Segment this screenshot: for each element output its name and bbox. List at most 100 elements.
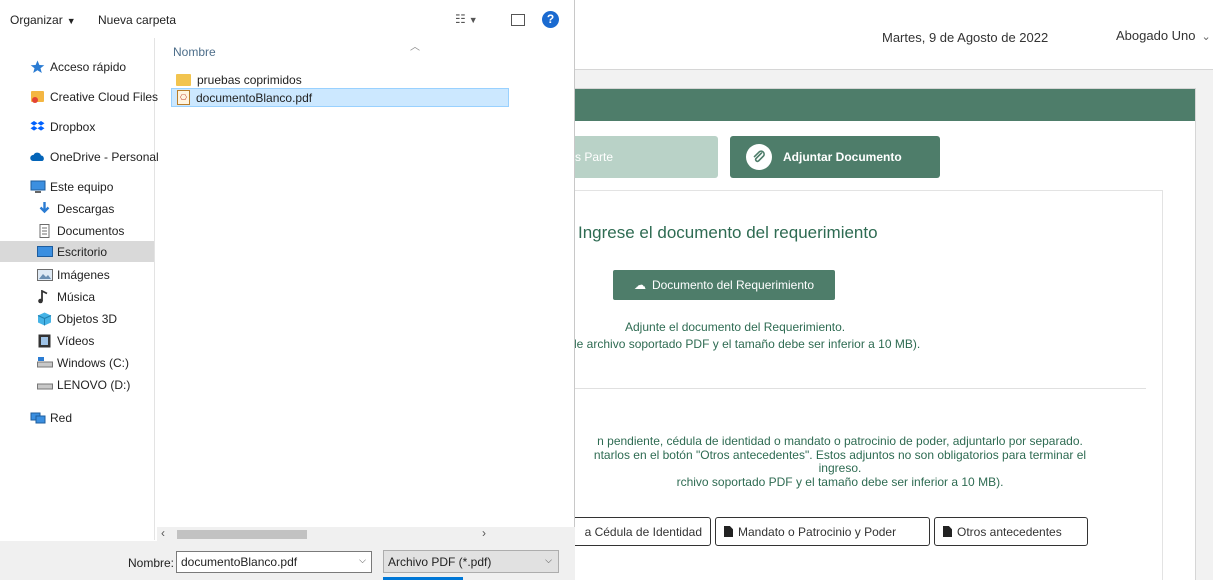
nav-label: Escritorio xyxy=(57,244,108,259)
new-folder-button[interactable]: Nueva carpeta xyxy=(98,13,176,27)
nav-item-videos[interactable]: Vídeos xyxy=(37,330,94,351)
screen: Martes, 9 de Agosto de 2022 Abogado Uno ⌄… xyxy=(0,0,1213,580)
nav-label: Documentos xyxy=(57,223,125,238)
nav-label: Vídeos xyxy=(57,333,95,348)
info-line: rchivo soportado PDF y el tamaño debe se… xyxy=(676,474,1004,489)
chevron-down-icon: ⌄ xyxy=(1201,31,1211,43)
nav-item-network[interactable]: Red xyxy=(30,407,72,428)
nav-item-pictures[interactable]: Imágenes xyxy=(37,264,110,285)
navigation-pane: Acceso rápido Creative Cloud Files Dropb… xyxy=(0,38,159,540)
sort-ascending-icon: ︿ xyxy=(410,42,420,53)
drive-c-icon xyxy=(37,356,53,370)
desktop-icon xyxy=(37,245,53,259)
folder-icon xyxy=(176,73,191,86)
file-icon xyxy=(724,526,733,537)
nav-label: Música xyxy=(57,289,96,304)
attach-cedula-label: a Cédula de Identidad xyxy=(584,524,702,539)
help-icon[interactable]: ? xyxy=(542,11,559,28)
nav-label: Este equipo xyxy=(50,179,114,194)
paperclip-icon xyxy=(746,144,772,170)
info-line: ingreso. xyxy=(818,461,862,475)
dialog-toolbar: Organizar ▼ Nueva carpeta ☷ ▼ ? xyxy=(0,0,568,38)
attach-otros-button[interactable]: Otros antecedentes xyxy=(934,517,1088,546)
divider xyxy=(562,388,1146,389)
preview-pane-icon[interactable] xyxy=(511,14,525,26)
dialog-footer: Nombre: documentoBlanco.pdf ⌵ Archivo PD… xyxy=(0,541,575,580)
attach-mandato-button[interactable]: Mandato o Patrocinio y Poder xyxy=(715,517,930,546)
nav-item-3d-objects[interactable]: Objetos 3D xyxy=(37,308,117,329)
section-title: Ingrese el documento del requerimiento xyxy=(578,223,878,242)
drive-d-icon xyxy=(37,378,53,392)
videos-icon xyxy=(37,334,53,348)
user-menu[interactable]: Abogado Uno ⌄ xyxy=(1116,28,1211,43)
upload-format-hint: de archivo soportado PDF y el tamaño deb… xyxy=(570,337,921,351)
pdf-file-icon: ⎔ xyxy=(177,90,190,105)
tab-adjuntar-label: Adjuntar Documento xyxy=(783,150,902,164)
file-name-input[interactable]: documentoBlanco.pdf ⌵ xyxy=(176,551,372,573)
download-icon xyxy=(37,201,53,216)
file-name: pruebas coprimidos xyxy=(197,72,302,87)
info-line: ntarlos en el botón "Otros antecedentes"… xyxy=(593,447,1087,462)
documents-icon xyxy=(37,223,53,238)
nav-label: Red xyxy=(50,410,73,425)
computer-icon xyxy=(30,180,46,194)
file-name: documentoBlanco.pdf xyxy=(196,90,313,105)
info-line: n pendiente, cédula de identidad o manda… xyxy=(597,434,1083,448)
organize-label: Organizar xyxy=(10,13,63,27)
file-row-selected[interactable]: ⎔ documentoBlanco.pdf xyxy=(171,88,509,107)
file-list: Nombre ︿ pruebas coprimidos ⎔ documentoB… xyxy=(160,38,575,540)
nav-item-desktop[interactable]: Escritorio xyxy=(0,241,154,262)
tab-adjuntar-documento[interactable]: Adjuntar Documento xyxy=(730,136,940,178)
music-icon xyxy=(37,289,53,304)
onedrive-icon xyxy=(30,150,46,164)
nav-label: Imágenes xyxy=(57,267,110,282)
nav-label: Dropbox xyxy=(50,119,96,134)
file-row-folder[interactable]: pruebas coprimidos xyxy=(171,70,509,89)
network-icon xyxy=(30,411,46,425)
caret-down-icon: ▼ xyxy=(468,15,478,25)
nav-item-documents[interactable]: Documentos xyxy=(37,220,124,241)
nav-label: OneDrive - Personal xyxy=(50,149,159,164)
horizontal-scrollbar[interactable]: ‹ › xyxy=(157,526,575,541)
nav-item-onedrive[interactable]: OneDrive - Personal xyxy=(30,146,159,167)
view-options-button[interactable]: ☷ ▼ xyxy=(455,12,478,26)
nav-item-this-pc[interactable]: Este equipo xyxy=(30,176,113,197)
star-icon xyxy=(30,60,46,74)
file-type-value: Archivo PDF (*.pdf) xyxy=(388,555,492,569)
file-open-dialog: Organizar ▼ Nueva carpeta ☷ ▼ ? Acceso ráp… xyxy=(0,0,575,580)
nav-item-downloads[interactable]: Descargas xyxy=(37,198,114,219)
creative-cloud-icon xyxy=(30,90,46,104)
chevron-down-icon: ⌵ xyxy=(545,555,552,565)
chevron-down-icon[interactable]: ⌵ xyxy=(359,555,366,566)
nav-item-creative-cloud[interactable]: Creative Cloud Files xyxy=(30,86,158,107)
scrollbar-thumb[interactable] xyxy=(177,530,307,539)
nav-item-drive-c[interactable]: Windows (C:) xyxy=(37,352,129,373)
file-type-select[interactable]: Archivo PDF (*.pdf) ⌵ xyxy=(383,550,559,573)
view-grid-icon: ☷ xyxy=(455,12,466,26)
nav-label: Acceso rápido xyxy=(50,59,127,74)
pictures-icon xyxy=(37,268,53,282)
user-name: Abogado Uno xyxy=(1116,28,1196,43)
nav-item-music[interactable]: Música xyxy=(37,286,95,307)
nav-item-quick-access[interactable]: Acceso rápido xyxy=(30,56,126,77)
nav-item-drive-d[interactable]: LENOVO (D:) xyxy=(37,374,130,395)
upload-requirement-button[interactable]: ☁ Documento del Requerimiento xyxy=(613,270,835,300)
scroll-left-icon[interactable]: ‹ xyxy=(161,526,165,540)
attach-mandato-label: Mandato o Patrocinio y Poder xyxy=(738,524,897,539)
cloud-upload-icon: ☁ xyxy=(633,278,646,292)
organize-menu[interactable]: Organizar ▼ xyxy=(10,13,76,27)
nav-label: Objetos 3D xyxy=(57,311,118,326)
nav-label: Descargas xyxy=(57,201,115,216)
file-icon xyxy=(943,526,952,537)
nav-item-dropbox[interactable]: Dropbox xyxy=(30,116,95,137)
file-name-label: Nombre: xyxy=(128,556,175,570)
dropbox-icon xyxy=(30,120,46,134)
column-header-name[interactable]: Nombre xyxy=(173,45,216,59)
objects3d-icon xyxy=(37,312,53,326)
upload-requirement-label: Documento del Requerimiento xyxy=(651,278,815,292)
nav-label: LENOVO (D:) xyxy=(57,377,131,392)
nav-label: Creative Cloud Files xyxy=(50,89,159,104)
file-name-value: documentoBlanco.pdf xyxy=(181,555,298,569)
scroll-right-icon[interactable]: › xyxy=(482,526,486,540)
attach-otros-label: Otros antecedentes xyxy=(957,524,1062,539)
